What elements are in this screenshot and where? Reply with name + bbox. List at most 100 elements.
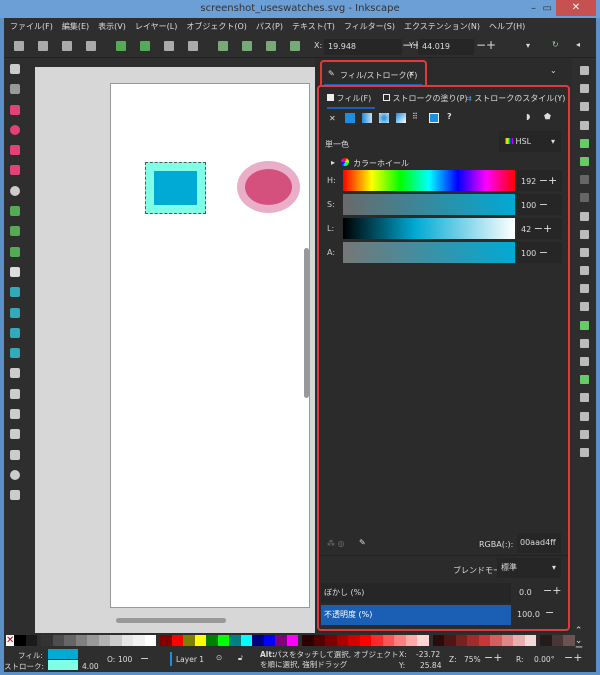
palette-swatch[interactable]	[252, 635, 264, 646]
palette-swatch[interactable]	[501, 635, 514, 646]
palette-swatch[interactable]	[467, 635, 479, 646]
palette-swatch[interactable]	[513, 635, 525, 646]
new-document-icon[interactable]	[579, 66, 589, 75]
color-mode-select[interactable]: HSL ▾	[499, 131, 561, 152]
deselect-icon[interactable]	[62, 41, 72, 51]
zoom-selection-icon[interactable]	[579, 266, 589, 276]
menu-text[interactable]: テキスト(T)	[292, 18, 335, 36]
dropdown-icon[interactable]: ▾	[526, 41, 530, 50]
palette-swatch[interactable]	[286, 635, 299, 646]
hue-slider[interactable]	[343, 170, 515, 191]
fill-rule-nonzero-icon[interactable]: ⬟	[544, 112, 551, 121]
calligraphy-tool-icon[interactable]	[10, 246, 20, 257]
dropper-tool-icon[interactable]	[10, 327, 20, 338]
close-tab-icon[interactable]: ×	[408, 69, 415, 78]
vertical-scrollbar[interactable]	[304, 248, 309, 398]
stroke-indicator[interactable]	[48, 660, 78, 670]
opacity-stepper[interactable]: −	[545, 606, 554, 619]
palette-swatch[interactable]	[455, 635, 468, 646]
fill-rule-evenodd-icon[interactable]: ◗	[526, 112, 530, 121]
x-input[interactable]: 19.948	[324, 39, 402, 55]
current-layer[interactable]: Layer 1	[176, 655, 204, 664]
blend-mode-select[interactable]: 標準 ▾	[497, 558, 561, 578]
color-managed-icon[interactable]: ⁂ ◎	[327, 539, 345, 548]
undo-icon[interactable]	[579, 175, 589, 185]
menu-layer[interactable]: レイヤー(L)	[135, 18, 177, 36]
palette-swatch[interactable]	[160, 635, 172, 646]
alpha-input[interactable]: 100 −	[517, 242, 562, 263]
palette-swatch[interactable]	[52, 635, 65, 646]
palette-swatch[interactable]	[359, 635, 372, 646]
tweak-tool-icon[interactable]	[10, 368, 20, 379]
palette-swatch[interactable]	[371, 635, 383, 646]
palette-swatch[interactable]	[14, 635, 26, 646]
eyedropper-icon[interactable]: ✎	[359, 538, 366, 547]
zoom-tool-icon[interactable]	[10, 469, 20, 480]
palette-swatch[interactable]	[275, 635, 287, 646]
expand-triangle-icon[interactable]: ▸	[331, 158, 335, 167]
palette-swatch[interactable]	[405, 635, 418, 646]
dock-menu-chevron-icon[interactable]: ⌄	[550, 66, 557, 75]
palette-swatch[interactable]	[432, 635, 445, 646]
saturation-slider[interactable]	[343, 194, 515, 215]
palette-swatch[interactable]	[540, 635, 552, 646]
zoom-input[interactable]: 75%	[464, 655, 481, 664]
opacity-slider[interactable]: 不透明度 (%)	[321, 605, 511, 625]
palette-swatch[interactable]	[524, 635, 537, 646]
ungroup-icon[interactable]	[579, 393, 589, 403]
export-icon[interactable]	[579, 156, 589, 166]
rotate-ccw-icon[interactable]	[116, 41, 126, 51]
y-stepper[interactable]: −+	[476, 38, 496, 52]
pencil-tool-icon[interactable]	[10, 206, 20, 217]
connector-tool-icon[interactable]	[10, 429, 20, 440]
pages-tool-icon[interactable]	[10, 490, 20, 501]
no-paint-icon[interactable]: ✕	[329, 114, 336, 123]
raise-to-top-icon[interactable]	[218, 41, 228, 51]
lightness-slider[interactable]	[343, 218, 515, 239]
zoom-stepper[interactable]: −+	[484, 651, 502, 664]
selector-tool-icon[interactable]	[10, 64, 20, 74]
blur-stepper[interactable]: −+	[543, 584, 561, 597]
duplicate-icon[interactable]	[579, 320, 589, 330]
visibility-icon[interactable]: ⊙	[216, 653, 222, 662]
rect-tool-icon[interactable]	[10, 104, 20, 115]
hue-input[interactable]: 192 −+	[517, 170, 562, 191]
menu-view[interactable]: 表示(V)	[98, 18, 126, 36]
horizontal-scrollbar[interactable]	[116, 618, 226, 623]
stroke-width[interactable]: 4.00	[82, 662, 99, 671]
text-font-icon[interactable]	[579, 429, 589, 439]
open-icon[interactable]	[579, 84, 589, 94]
color-wheel-label[interactable]: カラーホイール	[353, 158, 409, 169]
subtab-stroke-paint[interactable]: ストロークの塗り(P)	[383, 93, 468, 104]
print-icon[interactable]	[579, 120, 589, 130]
palette-swatch[interactable]	[563, 635, 575, 646]
dialog-tab[interactable]: ✎ フィル/ストローク(F) ×	[320, 60, 427, 86]
flip-vertical-icon[interactable]	[188, 41, 198, 51]
save-icon[interactable]	[579, 102, 589, 112]
measure-tool-icon[interactable]	[10, 449, 20, 460]
maximize-button[interactable]: ▭	[543, 0, 552, 18]
node-tool-icon[interactable]	[10, 84, 20, 95]
palette-swatch[interactable]	[490, 635, 502, 646]
palette-swatch[interactable]	[133, 635, 145, 646]
ellipse-tool-icon[interactable]	[10, 124, 20, 135]
collapse-toolbar-icon[interactable]: ◂	[576, 40, 580, 49]
fill-indicator[interactable]	[48, 649, 78, 659]
rotation-stepper[interactable]: −+	[564, 651, 582, 664]
y-input[interactable]: 44.019	[418, 39, 474, 55]
paste-icon[interactable]	[579, 247, 589, 257]
palette-swatch[interactable]	[240, 635, 253, 646]
palette-swatch[interactable]	[313, 635, 326, 646]
pattern-icon[interactable]: ⠿	[412, 112, 418, 121]
palette-swatch[interactable]	[336, 635, 349, 646]
palette-swatch[interactable]	[110, 635, 122, 646]
clone-icon[interactable]	[579, 338, 589, 348]
cut-icon[interactable]	[579, 229, 589, 239]
redo-icon[interactable]	[579, 193, 589, 203]
3dbox-tool-icon[interactable]	[10, 165, 20, 176]
palette-swatch[interactable]	[87, 635, 99, 646]
rotate-cw-icon[interactable]	[140, 41, 150, 51]
palette-swatch[interactable]	[302, 635, 314, 646]
palette-swatch[interactable]	[183, 635, 195, 646]
palette-swatch[interactable]	[263, 635, 276, 646]
